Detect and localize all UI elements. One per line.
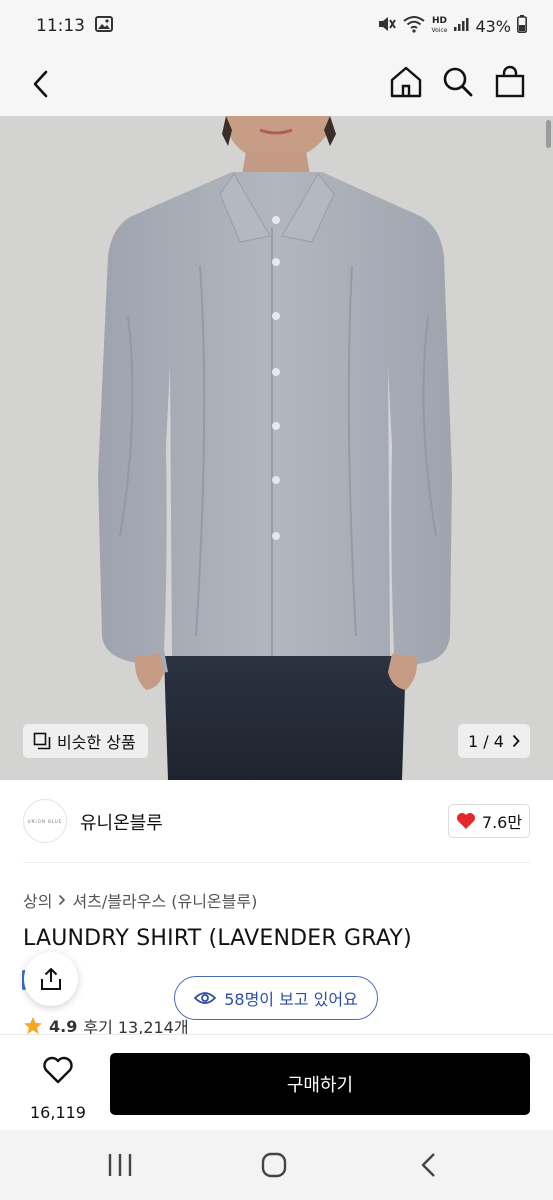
app-header bbox=[0, 52, 553, 116]
brand-row: UNION BLUE 유니온블루 7.6만 bbox=[0, 796, 553, 850]
similar-products-label: 비슷한 상품 bbox=[57, 733, 136, 752]
brand-logo[interactable]: UNION BLUE bbox=[23, 799, 67, 843]
status-time: 11:13 bbox=[36, 16, 85, 36]
signal-icon bbox=[453, 16, 469, 36]
breadcrumb: 상의 셔츠/블라우스 (유니온블루) bbox=[23, 888, 257, 912]
rating-value: 4.9 bbox=[49, 1016, 78, 1036]
chevron-right-icon bbox=[59, 894, 66, 906]
brand-name[interactable]: 유니온블루 bbox=[80, 809, 163, 835]
share-button[interactable] bbox=[24, 952, 78, 1006]
home-button[interactable] bbox=[388, 64, 424, 100]
back-nav-button[interactable] bbox=[410, 1148, 450, 1182]
breadcrumb-category[interactable]: 상의 bbox=[23, 888, 52, 912]
search-button[interactable] bbox=[440, 64, 476, 100]
gallery-icon bbox=[95, 15, 113, 37]
voice-label: Voice bbox=[431, 27, 448, 34]
home-nav-button[interactable] bbox=[254, 1148, 294, 1182]
eye-icon bbox=[194, 992, 217, 1004]
hd-voice-indicator: HD Voice bbox=[431, 17, 447, 35]
scrollbar-thumb[interactable] bbox=[546, 120, 551, 148]
status-bar: 11:13 HD Voice 43% bbox=[0, 0, 553, 52]
battery-icon bbox=[517, 15, 527, 37]
review-count: 후기 13,214개 bbox=[83, 1018, 189, 1036]
home-circle-icon bbox=[261, 1152, 287, 1178]
shopping-bag-icon bbox=[495, 65, 525, 98]
back-button[interactable] bbox=[28, 66, 56, 102]
back-icon bbox=[33, 70, 48, 98]
brand-like-count: 7.6만 bbox=[481, 813, 523, 832]
product-title: LAUNDRY SHIRT (LAVENDER GRAY) bbox=[23, 926, 412, 951]
page-indicator-text: 1 / 4 bbox=[468, 731, 504, 751]
battery-percent: 43% bbox=[475, 16, 511, 36]
product-image[interactable] bbox=[0, 116, 553, 780]
heart-outline-icon bbox=[43, 1056, 73, 1084]
bottom-action-bar: 16,119 구매하기 bbox=[0, 1034, 553, 1130]
similar-products-button[interactable]: 비슷한 상품 bbox=[23, 724, 148, 758]
image-page-indicator[interactable]: 1 / 4 bbox=[458, 724, 530, 758]
wifi-icon bbox=[403, 15, 426, 37]
hd-label: HD bbox=[431, 16, 447, 26]
product-photo bbox=[0, 116, 553, 780]
buy-button[interactable]: 구매하기 bbox=[110, 1053, 530, 1115]
star-icon bbox=[24, 1017, 42, 1034]
heart-filled-icon bbox=[456, 813, 475, 829]
viewers-pill: 58명이 보고 있어요 bbox=[174, 976, 378, 1020]
brand-like-button[interactable]: 7.6만 bbox=[448, 804, 530, 838]
buy-button-label: 구매하기 bbox=[286, 1075, 354, 1096]
brand-logo-text: UNION BLUE bbox=[27, 818, 63, 824]
search-icon bbox=[443, 67, 473, 97]
mute-icon bbox=[377, 15, 397, 37]
rating-row[interactable]: 4.9 후기 13,214개 bbox=[23, 1016, 189, 1036]
cart-button[interactable] bbox=[492, 64, 528, 100]
chevron-right-icon bbox=[512, 734, 520, 748]
breadcrumb-subcategory[interactable]: 셔츠/블라우스 (유니온블루) bbox=[72, 888, 257, 912]
divider bbox=[23, 862, 530, 863]
wishlist-count: 16,119 bbox=[30, 1103, 86, 1122]
copy-icon bbox=[33, 732, 51, 750]
wishlist-button[interactable]: 16,119 bbox=[24, 1051, 92, 1122]
recent-apps-icon bbox=[108, 1154, 132, 1176]
recent-apps-button[interactable] bbox=[100, 1148, 140, 1182]
home-icon bbox=[390, 66, 422, 98]
system-nav-bar bbox=[0, 1130, 553, 1200]
back-nav-icon bbox=[421, 1153, 435, 1177]
share-icon bbox=[41, 968, 61, 990]
viewers-text: 58명이 보고 있어요 bbox=[224, 990, 358, 1009]
